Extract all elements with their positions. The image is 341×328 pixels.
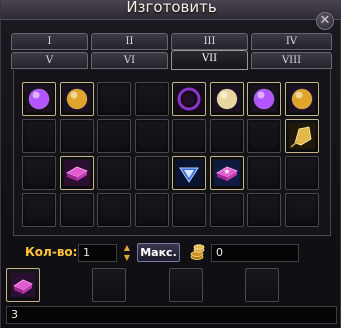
pink-book-star-icon: ★ [213, 160, 240, 186]
coin-stack-icon [190, 244, 205, 260]
material-slot[interactable] [169, 268, 203, 302]
recipe-slot[interactable] [172, 119, 206, 153]
recipe-grid: ★ [13, 70, 331, 236]
pearl-icon [213, 86, 240, 112]
pink-book-icon [63, 160, 90, 186]
purple-orb-icon [251, 86, 277, 112]
arrow-down-icon[interactable]: ▼ [122, 254, 132, 262]
tab-viii[interactable]: VIII [251, 52, 332, 69]
tab-bar: I II III IV V VI VII VIII [11, 33, 332, 70]
quantity-label: Кол-во: [25, 245, 78, 259]
recipe-slot-item[interactable] [247, 82, 281, 116]
result-slot[interactable] [6, 268, 40, 302]
recipe-slot-item[interactable] [284, 82, 319, 116]
recipe-slot[interactable] [134, 119, 169, 153]
recipe-slot[interactable] [247, 156, 281, 190]
recipe-slot[interactable] [59, 119, 94, 153]
recipe-slot[interactable] [97, 156, 131, 190]
tab-i[interactable]: I [11, 33, 88, 50]
recipe-slot[interactable] [134, 156, 169, 190]
recipe-slot[interactable] [209, 193, 244, 227]
cost-field: 0 [211, 244, 299, 262]
pink-book-icon [11, 273, 35, 297]
dark-purple-orb-icon [176, 86, 202, 112]
recipe-slot[interactable] [22, 156, 56, 190]
result-count-field[interactable]: 3 [6, 306, 337, 324]
recipe-slot[interactable] [284, 193, 319, 227]
recipe-slot-item[interactable] [172, 156, 206, 190]
recipe-slot-item[interactable] [22, 82, 56, 116]
tab-v[interactable]: V [11, 52, 88, 69]
close-button[interactable]: ✕ [316, 12, 334, 30]
quantity-input[interactable]: 1 [78, 244, 117, 262]
tab-vi[interactable]: VI [91, 52, 168, 69]
recipe-slot-item[interactable]: ★ [209, 156, 244, 190]
crafting-window: Изготовить ✕ I II III IV V VI VII VIII ★… [0, 0, 341, 328]
recipe-slot[interactable] [209, 119, 244, 153]
window-title: Изготовить [126, 0, 217, 16]
recipe-slot[interactable] [22, 193, 56, 227]
gold-orb-icon [63, 86, 90, 112]
recipe-slot[interactable] [134, 82, 169, 116]
recipe-slot[interactable] [247, 193, 281, 227]
recipe-slot[interactable] [247, 119, 281, 153]
recipe-slot[interactable] [172, 193, 206, 227]
tab-iii[interactable]: III [171, 33, 248, 50]
tab-iv[interactable]: IV [251, 33, 332, 50]
recipe-slot[interactable] [22, 119, 56, 153]
recipe-slot[interactable] [134, 193, 169, 227]
recipe-slot-item[interactable] [284, 119, 319, 153]
recipe-slot-item[interactable] [59, 82, 94, 116]
gold-crystal-icon [288, 123, 315, 149]
recipe-slot[interactable] [59, 193, 94, 227]
recipe-slot[interactable] [97, 119, 131, 153]
recipe-slot[interactable] [97, 193, 131, 227]
recipe-slot-item[interactable] [172, 82, 206, 116]
close-icon: ✕ [319, 13, 331, 28]
material-slot[interactable] [92, 268, 126, 302]
tab-ii[interactable]: II [91, 33, 168, 50]
arrow-up-icon[interactable]: ▲ [122, 244, 132, 252]
blue-crystal-icon [176, 160, 202, 186]
quantity-stepper[interactable]: ▲ ▼ [122, 244, 132, 262]
svg-text:★: ★ [223, 167, 230, 176]
recipe-slot-item[interactable] [209, 82, 244, 116]
tab-vii[interactable]: VII [171, 50, 248, 70]
material-slot[interactable] [245, 268, 279, 302]
max-button[interactable]: Макс. [137, 243, 180, 262]
recipe-slot-item[interactable] [59, 156, 94, 190]
gold-orb-icon [288, 86, 315, 112]
recipe-slot[interactable] [284, 156, 319, 190]
recipe-slot[interactable] [97, 82, 131, 116]
purple-orb-icon [26, 86, 52, 112]
